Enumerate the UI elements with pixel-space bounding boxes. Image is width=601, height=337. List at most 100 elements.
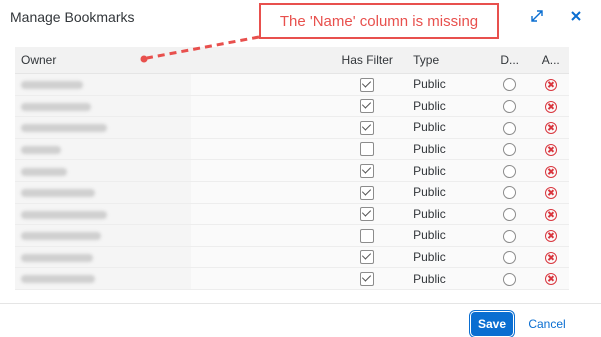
default-radio[interactable] [503, 164, 517, 178]
row-spacer [190, 73, 328, 96]
delete-icon[interactable] [544, 230, 557, 243]
has-filter-checkbox[interactable] [360, 207, 375, 222]
delete-icon[interactable] [544, 143, 557, 156]
type-cell: Public [407, 224, 487, 247]
default-radio[interactable] [503, 143, 517, 157]
has-filter-cell [327, 73, 408, 96]
column-header-has-filter[interactable]: Has Filter [327, 47, 408, 74]
owner-name-redacted [21, 124, 107, 133]
delete-icon[interactable] [544, 187, 557, 200]
table-row[interactable]: Public [15, 138, 569, 161]
owner-cell [15, 159, 191, 182]
actions-cell [532, 116, 569, 139]
actions-cell [532, 246, 569, 269]
default-radio[interactable] [503, 121, 517, 135]
has-filter-cell [327, 181, 408, 204]
close-icon [571, 11, 581, 21]
actions-cell [532, 95, 569, 118]
table-row[interactable]: Public [15, 203, 569, 226]
type-cell: Public [407, 95, 487, 118]
type-cell: Public [407, 246, 487, 269]
row-spacer [190, 95, 328, 118]
type-cell: Public [407, 138, 487, 161]
owner-cell [15, 138, 191, 161]
save-button[interactable]: Save [472, 313, 512, 335]
table-row[interactable]: Public [15, 116, 569, 139]
type-cell: Public [407, 267, 487, 290]
type-cell: Public [407, 159, 487, 182]
column-header-actions[interactable]: A... [532, 47, 569, 74]
has-filter-checkbox[interactable] [360, 99, 375, 114]
delete-icon[interactable] [544, 208, 557, 221]
table-row[interactable]: Public [15, 73, 569, 96]
actions-cell [532, 224, 569, 247]
table-row[interactable]: Public [15, 267, 569, 290]
owner-cell [15, 246, 191, 269]
row-spacer [190, 267, 328, 290]
delete-icon[interactable] [544, 79, 557, 92]
has-filter-checkbox[interactable] [360, 228, 375, 243]
table-row[interactable]: Public [15, 181, 569, 204]
has-filter-cell [327, 203, 408, 226]
row-spacer [190, 203, 328, 226]
owner-cell [15, 73, 191, 96]
default-cell [486, 246, 533, 269]
actions-cell [532, 138, 569, 161]
delete-icon[interactable] [544, 122, 557, 135]
annotation-callout: The 'Name' column is missing [259, 3, 499, 39]
table-row[interactable]: Public [15, 246, 569, 269]
default-radio[interactable] [503, 186, 517, 200]
type-cell: Public [407, 73, 487, 96]
has-filter-checkbox[interactable] [360, 142, 375, 157]
default-cell [486, 159, 533, 182]
owner-cell [15, 267, 191, 290]
default-cell [486, 203, 533, 226]
owner-cell [15, 116, 191, 139]
column-header-owner[interactable]: Owner [15, 47, 191, 74]
default-cell [486, 181, 533, 204]
has-filter-checkbox[interactable] [360, 250, 375, 265]
delete-icon[interactable] [544, 165, 557, 178]
type-cell: Public [407, 116, 487, 139]
default-radio[interactable] [503, 272, 517, 286]
table-row[interactable]: Public [15, 159, 569, 182]
has-filter-checkbox[interactable] [360, 185, 375, 200]
default-radio[interactable] [503, 208, 517, 222]
footer-divider [0, 303, 601, 304]
default-cell [486, 267, 533, 290]
actions-cell [532, 73, 569, 96]
delete-icon[interactable] [544, 251, 557, 264]
default-radio[interactable] [503, 100, 517, 114]
table-header-row: Owner Has Filter Type D... A... [15, 47, 569, 74]
cancel-button[interactable]: Cancel [522, 313, 572, 335]
delete-icon[interactable] [544, 100, 557, 113]
owner-name-redacted [21, 81, 83, 90]
has-filter-checkbox[interactable] [360, 272, 375, 287]
owner-name-redacted [21, 232, 101, 241]
default-radio[interactable] [503, 251, 517, 265]
table-row[interactable]: Public [15, 95, 569, 118]
owner-name-redacted [21, 253, 93, 262]
table-row[interactable]: Public [15, 224, 569, 247]
has-filter-cell [327, 95, 408, 118]
row-spacer [190, 138, 328, 161]
owner-name-redacted [21, 167, 67, 176]
has-filter-cell [327, 138, 408, 161]
has-filter-checkbox[interactable] [360, 164, 375, 179]
default-radio[interactable] [503, 78, 517, 92]
column-header-default[interactable]: D... [486, 47, 533, 74]
owner-name-redacted [21, 189, 95, 198]
resize-button[interactable] [527, 6, 547, 26]
column-header-type[interactable]: Type [407, 47, 487, 74]
row-spacer [190, 116, 328, 139]
close-button[interactable] [566, 6, 586, 26]
has-filter-cell [327, 267, 408, 290]
delete-icon[interactable] [544, 273, 557, 286]
default-radio[interactable] [503, 229, 517, 243]
has-filter-checkbox[interactable] [360, 120, 375, 135]
owner-cell [15, 181, 191, 204]
type-cell: Public [407, 181, 487, 204]
row-spacer [190, 159, 328, 182]
has-filter-checkbox[interactable] [360, 77, 375, 92]
has-filter-cell [327, 159, 408, 182]
